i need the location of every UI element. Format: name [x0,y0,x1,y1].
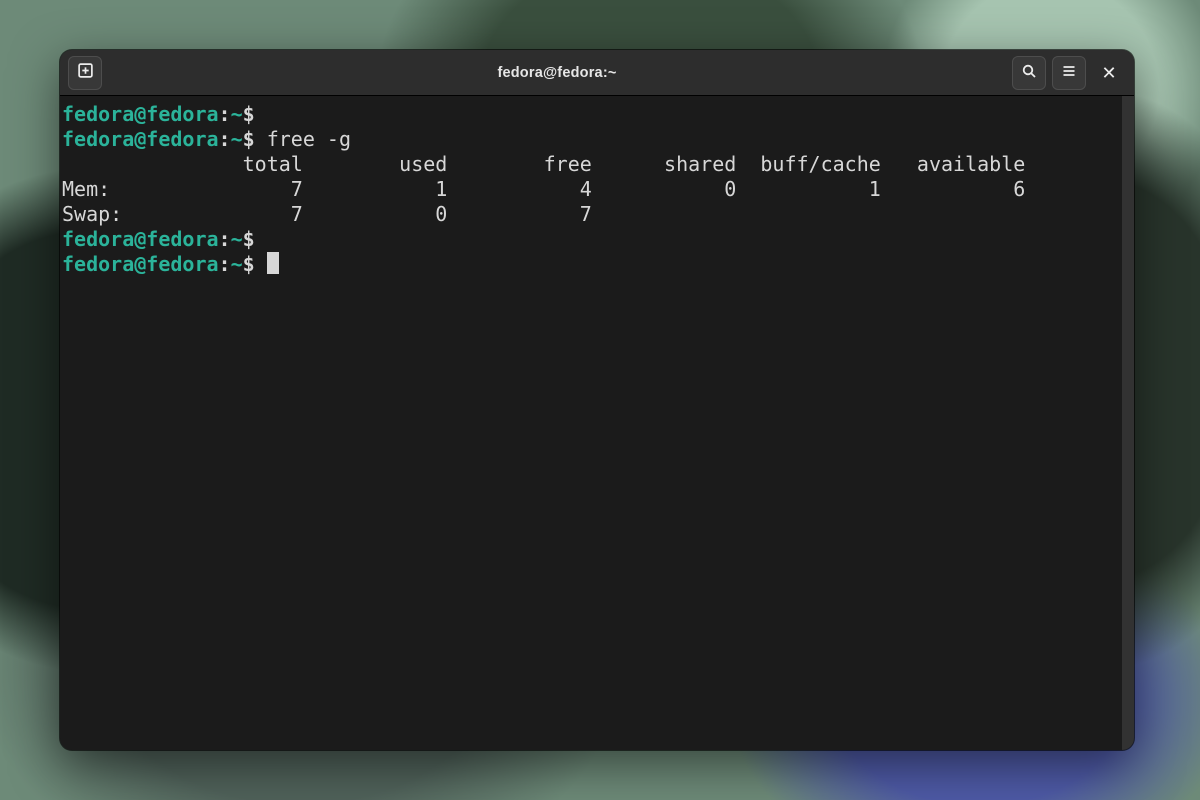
close-button[interactable]: ✕ [1092,56,1126,90]
hamburger-icon [1061,63,1077,83]
scrollbar[interactable] [1122,96,1134,750]
terminal-body[interactable]: fedora@fedora:~$ fedora@fedora:~$ free -… [60,96,1134,750]
menu-button[interactable] [1052,56,1086,90]
window-title: fedora@fedora:~ [108,65,1006,81]
close-icon: ✕ [1101,64,1116,82]
terminal-output[interactable]: fedora@fedora:~$ fedora@fedora:~$ free -… [60,96,1122,750]
new-tab-button[interactable] [68,56,102,90]
terminal-window: fedora@fedora:~ ✕ fedora@fedor [60,50,1134,750]
search-button[interactable] [1012,56,1046,90]
titlebar[interactable]: fedora@fedora:~ ✕ [60,50,1134,96]
new-tab-icon [77,62,94,83]
search-icon [1021,63,1037,83]
